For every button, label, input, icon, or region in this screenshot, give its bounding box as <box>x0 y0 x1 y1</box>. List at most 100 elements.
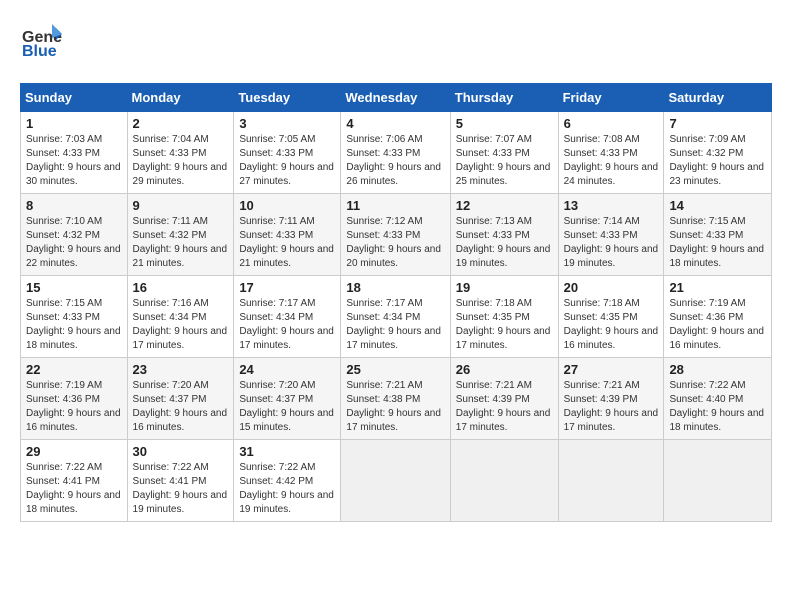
calendar-table: SundayMondayTuesdayWednesdayThursdayFrid… <box>20 83 772 522</box>
calendar-cell: 20 Sunrise: 7:18 AMSunset: 4:35 PMDaylig… <box>558 276 664 358</box>
calendar-cell <box>558 440 664 522</box>
calendar-week-1: 1 Sunrise: 7:03 AMSunset: 4:33 PMDayligh… <box>21 112 772 194</box>
day-info: Sunrise: 7:19 AMSunset: 4:36 PMDaylight:… <box>669 298 764 351</box>
day-number: 14 <box>669 198 766 213</box>
calendar-cell: 30 Sunrise: 7:22 AMSunset: 4:41 PMDaylig… <box>127 440 234 522</box>
calendar-cell: 14 Sunrise: 7:15 AMSunset: 4:33 PMDaylig… <box>664 194 772 276</box>
day-info: Sunrise: 7:11 AMSunset: 4:32 PMDaylight:… <box>133 216 228 269</box>
calendar-cell: 28 Sunrise: 7:22 AMSunset: 4:40 PMDaylig… <box>664 358 772 440</box>
day-number: 17 <box>239 280 335 295</box>
day-number: 9 <box>133 198 229 213</box>
day-info: Sunrise: 7:20 AMSunset: 4:37 PMDaylight:… <box>133 380 228 433</box>
day-info: Sunrise: 7:18 AMSunset: 4:35 PMDaylight:… <box>456 298 551 351</box>
day-number: 8 <box>26 198 122 213</box>
day-number: 31 <box>239 444 335 459</box>
day-number: 18 <box>346 280 444 295</box>
page-header: General Blue <box>20 20 772 67</box>
weekday-header-sunday: Sunday <box>21 84 128 112</box>
calendar-cell: 21 Sunrise: 7:19 AMSunset: 4:36 PMDaylig… <box>664 276 772 358</box>
calendar-cell: 4 Sunrise: 7:06 AMSunset: 4:33 PMDayligh… <box>341 112 450 194</box>
calendar-cell: 23 Sunrise: 7:20 AMSunset: 4:37 PMDaylig… <box>127 358 234 440</box>
day-number: 23 <box>133 362 229 377</box>
day-number: 13 <box>564 198 659 213</box>
weekday-header-tuesday: Tuesday <box>234 84 341 112</box>
day-number: 26 <box>456 362 553 377</box>
day-info: Sunrise: 7:05 AMSunset: 4:33 PMDaylight:… <box>239 134 334 187</box>
calendar-cell: 10 Sunrise: 7:11 AMSunset: 4:33 PMDaylig… <box>234 194 341 276</box>
day-info: Sunrise: 7:22 AMSunset: 4:40 PMDaylight:… <box>669 380 764 433</box>
calendar-cell: 31 Sunrise: 7:22 AMSunset: 4:42 PMDaylig… <box>234 440 341 522</box>
calendar-week-5: 29 Sunrise: 7:22 AMSunset: 4:41 PMDaylig… <box>21 440 772 522</box>
day-number: 16 <box>133 280 229 295</box>
calendar-cell <box>664 440 772 522</box>
calendar-cell: 5 Sunrise: 7:07 AMSunset: 4:33 PMDayligh… <box>450 112 558 194</box>
day-info: Sunrise: 7:08 AMSunset: 4:33 PMDaylight:… <box>564 134 659 187</box>
day-number: 15 <box>26 280 122 295</box>
day-info: Sunrise: 7:18 AMSunset: 4:35 PMDaylight:… <box>564 298 659 351</box>
day-number: 28 <box>669 362 766 377</box>
day-info: Sunrise: 7:03 AMSunset: 4:33 PMDaylight:… <box>26 134 121 187</box>
calendar-cell: 8 Sunrise: 7:10 AMSunset: 4:32 PMDayligh… <box>21 194 128 276</box>
day-number: 21 <box>669 280 766 295</box>
calendar-cell: 3 Sunrise: 7:05 AMSunset: 4:33 PMDayligh… <box>234 112 341 194</box>
day-number: 2 <box>133 116 229 131</box>
day-number: 11 <box>346 198 444 213</box>
day-info: Sunrise: 7:20 AMSunset: 4:37 PMDaylight:… <box>239 380 334 433</box>
day-info: Sunrise: 7:21 AMSunset: 4:39 PMDaylight:… <box>456 380 551 433</box>
calendar-week-3: 15 Sunrise: 7:15 AMSunset: 4:33 PMDaylig… <box>21 276 772 358</box>
day-number: 10 <box>239 198 335 213</box>
calendar-cell: 17 Sunrise: 7:17 AMSunset: 4:34 PMDaylig… <box>234 276 341 358</box>
day-info: Sunrise: 7:19 AMSunset: 4:36 PMDaylight:… <box>26 380 121 433</box>
weekday-header-thursday: Thursday <box>450 84 558 112</box>
day-number: 12 <box>456 198 553 213</box>
day-info: Sunrise: 7:04 AMSunset: 4:33 PMDaylight:… <box>133 134 228 187</box>
day-info: Sunrise: 7:22 AMSunset: 4:41 PMDaylight:… <box>133 462 228 515</box>
day-info: Sunrise: 7:13 AMSunset: 4:33 PMDaylight:… <box>456 216 551 269</box>
day-info: Sunrise: 7:10 AMSunset: 4:32 PMDaylight:… <box>26 216 121 269</box>
calendar-cell: 11 Sunrise: 7:12 AMSunset: 4:33 PMDaylig… <box>341 194 450 276</box>
weekday-header-wednesday: Wednesday <box>341 84 450 112</box>
day-number: 27 <box>564 362 659 377</box>
day-number: 5 <box>456 116 553 131</box>
day-info: Sunrise: 7:17 AMSunset: 4:34 PMDaylight:… <box>346 298 441 351</box>
calendar-cell: 29 Sunrise: 7:22 AMSunset: 4:41 PMDaylig… <box>21 440 128 522</box>
calendar-cell: 9 Sunrise: 7:11 AMSunset: 4:32 PMDayligh… <box>127 194 234 276</box>
day-number: 20 <box>564 280 659 295</box>
day-number: 6 <box>564 116 659 131</box>
logo: General Blue <box>20 20 66 67</box>
calendar-cell: 27 Sunrise: 7:21 AMSunset: 4:39 PMDaylig… <box>558 358 664 440</box>
calendar-cell: 13 Sunrise: 7:14 AMSunset: 4:33 PMDaylig… <box>558 194 664 276</box>
day-info: Sunrise: 7:17 AMSunset: 4:34 PMDaylight:… <box>239 298 334 351</box>
calendar-week-4: 22 Sunrise: 7:19 AMSunset: 4:36 PMDaylig… <box>21 358 772 440</box>
day-info: Sunrise: 7:06 AMSunset: 4:33 PMDaylight:… <box>346 134 441 187</box>
day-info: Sunrise: 7:12 AMSunset: 4:33 PMDaylight:… <box>346 216 441 269</box>
calendar-cell: 6 Sunrise: 7:08 AMSunset: 4:33 PMDayligh… <box>558 112 664 194</box>
calendar-cell: 12 Sunrise: 7:13 AMSunset: 4:33 PMDaylig… <box>450 194 558 276</box>
day-number: 3 <box>239 116 335 131</box>
calendar-cell: 7 Sunrise: 7:09 AMSunset: 4:32 PMDayligh… <box>664 112 772 194</box>
calendar-cell: 1 Sunrise: 7:03 AMSunset: 4:33 PMDayligh… <box>21 112 128 194</box>
day-info: Sunrise: 7:09 AMSunset: 4:32 PMDaylight:… <box>669 134 764 187</box>
weekday-header-monday: Monday <box>127 84 234 112</box>
day-number: 1 <box>26 116 122 131</box>
day-info: Sunrise: 7:15 AMSunset: 4:33 PMDaylight:… <box>669 216 764 269</box>
day-number: 29 <box>26 444 122 459</box>
calendar-cell: 26 Sunrise: 7:21 AMSunset: 4:39 PMDaylig… <box>450 358 558 440</box>
day-info: Sunrise: 7:14 AMSunset: 4:33 PMDaylight:… <box>564 216 659 269</box>
calendar-week-2: 8 Sunrise: 7:10 AMSunset: 4:32 PMDayligh… <box>21 194 772 276</box>
calendar-cell: 25 Sunrise: 7:21 AMSunset: 4:38 PMDaylig… <box>341 358 450 440</box>
calendar-cell: 15 Sunrise: 7:15 AMSunset: 4:33 PMDaylig… <box>21 276 128 358</box>
day-info: Sunrise: 7:22 AMSunset: 4:42 PMDaylight:… <box>239 462 334 515</box>
day-info: Sunrise: 7:07 AMSunset: 4:33 PMDaylight:… <box>456 134 551 187</box>
day-number: 19 <box>456 280 553 295</box>
day-info: Sunrise: 7:15 AMSunset: 4:33 PMDaylight:… <box>26 298 121 351</box>
weekday-header-saturday: Saturday <box>664 84 772 112</box>
calendar-cell <box>450 440 558 522</box>
calendar-cell <box>341 440 450 522</box>
calendar-cell: 16 Sunrise: 7:16 AMSunset: 4:34 PMDaylig… <box>127 276 234 358</box>
day-info: Sunrise: 7:21 AMSunset: 4:38 PMDaylight:… <box>346 380 441 433</box>
day-number: 4 <box>346 116 444 131</box>
day-number: 7 <box>669 116 766 131</box>
calendar-cell: 2 Sunrise: 7:04 AMSunset: 4:33 PMDayligh… <box>127 112 234 194</box>
calendar-cell: 19 Sunrise: 7:18 AMSunset: 4:35 PMDaylig… <box>450 276 558 358</box>
